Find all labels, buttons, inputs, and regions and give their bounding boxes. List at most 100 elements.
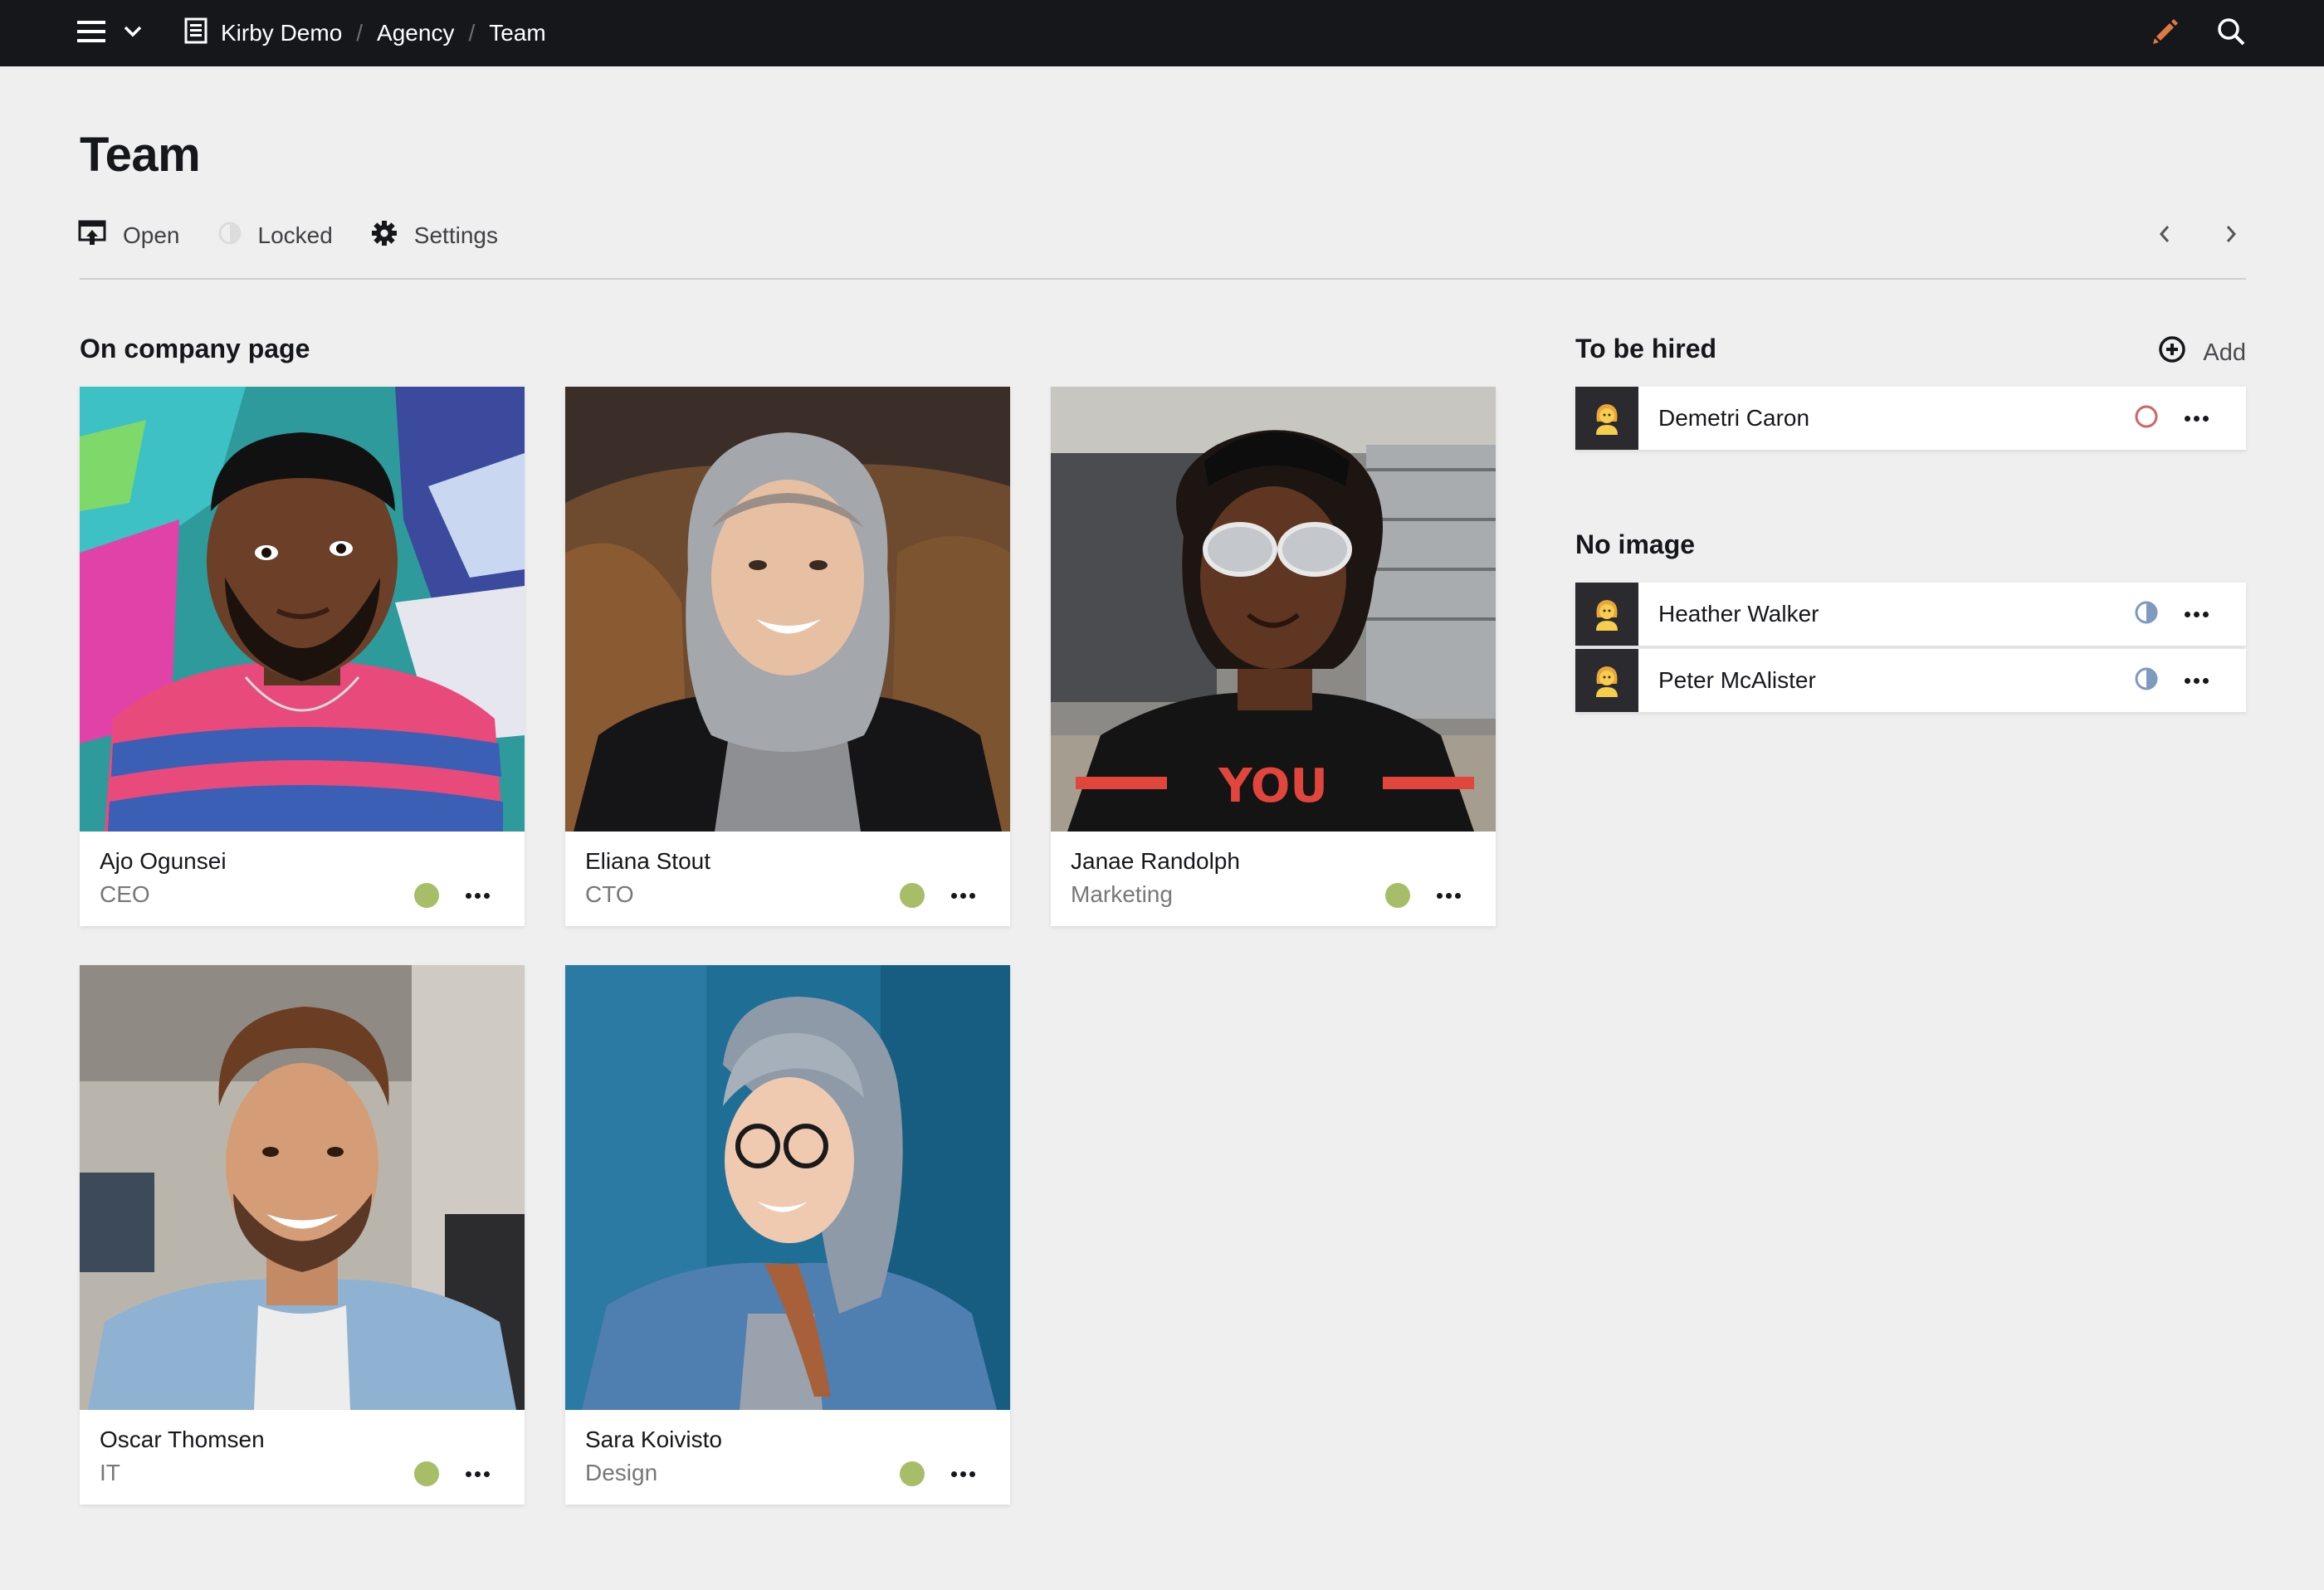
- more-icon: [2184, 415, 2190, 422]
- portrait-photo: [565, 387, 1010, 832]
- open-label: Open: [123, 222, 180, 248]
- more-icon: [2184, 677, 2190, 684]
- more-icon-dot: [474, 892, 481, 899]
- breadcrumb-item-team[interactable]: Team: [489, 20, 545, 46]
- more-icon-dot: [959, 892, 966, 899]
- pencil-icon: [2150, 17, 2180, 51]
- search-button[interactable]: [2214, 17, 2248, 50]
- team-card-eliana-stout[interactable]: Eliana Stout CTO: [565, 387, 1010, 926]
- add-circle-icon: [2158, 335, 2186, 370]
- status-draft-button[interactable]: [2133, 405, 2160, 432]
- more-icon-dot: [2193, 611, 2200, 617]
- next-page-button[interactable]: [2214, 219, 2248, 252]
- portrait-photo: [80, 387, 525, 832]
- chevron-right-icon: [2224, 224, 2238, 248]
- team-card-janae-randolph[interactable]: YOU Janae Randolph Marketing: [1051, 387, 1496, 926]
- locked-button[interactable]: Locked: [218, 222, 333, 251]
- team-card-oscar-thomsen[interactable]: Oscar Thomsen IT: [80, 965, 525, 1505]
- card-options-button[interactable]: [946, 1457, 979, 1490]
- menu-toggle-button[interactable]: [77, 17, 147, 50]
- list-options-button[interactable]: [2180, 597, 2213, 631]
- list-item-title: Heather Walker: [1658, 601, 1819, 627]
- status-unlisted-icon: [2134, 600, 2159, 629]
- chevron-down-icon: [124, 26, 142, 41]
- section-headline-company: On company page: [80, 334, 310, 363]
- list-item-peter-mcalister[interactable]: Peter McAlister: [1575, 649, 2246, 712]
- more-icon: [465, 1471, 471, 1477]
- list-item-demetri-caron[interactable]: Demetri Caron: [1575, 387, 2246, 450]
- card-title: Eliana Stout: [585, 848, 710, 874]
- card-title: Oscar Thomsen: [100, 1427, 265, 1452]
- more-icon-dot: [2193, 415, 2200, 422]
- chevron-left-icon: [2158, 224, 2171, 248]
- team-card-ajo-ogunsei[interactable]: Ajo Ogunsei CEO: [80, 387, 525, 926]
- card-title: Ajo Ogunsei: [100, 848, 227, 874]
- status-draft-icon: [2134, 404, 2159, 433]
- breadcrumb-separator: /: [468, 20, 476, 46]
- more-icon: [950, 892, 957, 899]
- more-icon-dot: [474, 1471, 481, 1477]
- svg-text:YOU: YOU: [1218, 759, 1328, 813]
- card-options-button[interactable]: [461, 1457, 494, 1490]
- breadcrumb-item-agency[interactable]: Agency: [377, 20, 454, 46]
- search-icon: [2216, 17, 2246, 51]
- card-info: Marketing: [1071, 881, 1173, 907]
- section-headline-hire: To be hired: [1575, 334, 1717, 363]
- person-emoji-icon: [1575, 583, 1638, 646]
- status-unlisted-button[interactable]: [2133, 667, 2160, 694]
- card-info: IT: [100, 1460, 120, 1485]
- list-options-button[interactable]: [2180, 664, 2213, 697]
- person-emoji-icon: [1575, 387, 1638, 450]
- status-unlisted-button[interactable]: [2133, 601, 2160, 627]
- settings-label: Settings: [413, 222, 498, 248]
- locked-label: Locked: [257, 222, 333, 248]
- card-options-button[interactable]: [1432, 879, 1465, 912]
- card-info: CTO: [585, 881, 634, 907]
- settings-button[interactable]: Settings: [371, 220, 498, 252]
- card-options-button[interactable]: [946, 879, 979, 912]
- more-icon: [1436, 892, 1443, 899]
- add-button[interactable]: Add: [2158, 335, 2246, 370]
- card-title: Sara Koivisto: [585, 1427, 722, 1452]
- team-card-sara-koivisto[interactable]: Sara Koivisto Design: [565, 965, 1010, 1505]
- more-icon-dot: [2193, 677, 2200, 684]
- more-icon-dot: [959, 1471, 966, 1477]
- breadcrumb: Kirby Demo / Agency / Team: [184, 0, 546, 66]
- status-listed-button[interactable]: [900, 1461, 925, 1486]
- list-options-button[interactable]: [2180, 402, 2213, 435]
- card-info: CEO: [100, 881, 150, 907]
- more-icon: [950, 1471, 957, 1477]
- portrait-photo: [565, 965, 1010, 1410]
- more-icon-dot: [2202, 677, 2209, 684]
- section-headline-noimage: No image: [1575, 529, 1696, 559]
- gear-icon: [371, 220, 398, 252]
- open-button[interactable]: Open: [78, 220, 180, 252]
- portrait-photo: YOU: [1051, 387, 1496, 832]
- page-icon: [184, 17, 208, 50]
- status-listed-button[interactable]: [414, 883, 439, 908]
- status-listed-button[interactable]: [900, 883, 925, 908]
- status-listed-button[interactable]: [1385, 883, 1410, 908]
- page-title: Team: [80, 128, 201, 182]
- previous-page-button[interactable]: [2148, 219, 2181, 252]
- more-icon-dot: [483, 1471, 490, 1477]
- edit-button[interactable]: [2148, 17, 2181, 50]
- person-emoji-icon: [1575, 649, 1638, 712]
- header-divider: [80, 278, 2246, 280]
- breadcrumb-item-kirby-demo[interactable]: Kirby Demo: [184, 17, 342, 50]
- add-label: Add: [2203, 339, 2246, 366]
- more-icon-dot: [969, 1471, 975, 1477]
- more-icon-dot: [1454, 892, 1461, 899]
- card-info: Design: [585, 1460, 658, 1485]
- hamburger-icon: [77, 20, 105, 47]
- more-icon-dot: [969, 892, 975, 899]
- more-icon-dot: [1445, 892, 1452, 899]
- breadcrumb-label: Kirby Demo: [221, 20, 343, 46]
- breadcrumb-separator: /: [356, 20, 364, 46]
- more-icon-dot: [2202, 415, 2209, 422]
- list-item-heather-walker[interactable]: Heather Walker: [1575, 583, 2246, 646]
- status-listed-button[interactable]: [414, 1461, 439, 1486]
- list-item-title: Demetri Caron: [1658, 405, 1810, 431]
- page-actions: Open Locked Settings: [78, 217, 536, 254]
- card-options-button[interactable]: [461, 879, 494, 912]
